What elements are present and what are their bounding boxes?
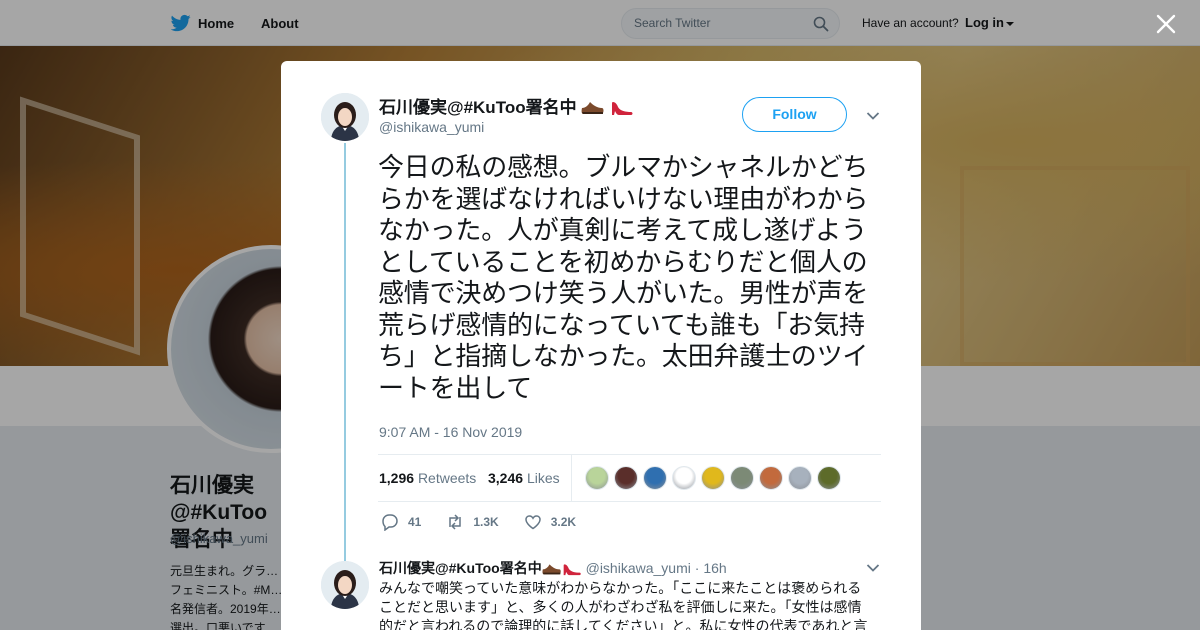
tweet-permalink-modal: 石川優実@#KuToo署名中 @ishikawa_yumi Follow 今日の… — [281, 61, 921, 630]
likes-count: 3,246 — [488, 470, 524, 486]
likes-label: Likes — [526, 470, 560, 486]
retweets-stat[interactable]: 1,296 Retweets — [379, 470, 476, 486]
liker-avatar[interactable] — [614, 466, 638, 490]
liker-avatar[interactable] — [788, 466, 812, 490]
liker-avatar[interactable] — [817, 466, 841, 490]
high-heel-emoji — [563, 564, 581, 576]
reply-time[interactable]: 16h — [703, 560, 726, 576]
reply-header: 石川優実@#KuToo署名中 @ishikawa_yumi · 16h — [379, 558, 727, 578]
tweet-stats: 1,296 Retweets 3,246 Likes — [378, 454, 881, 502]
liker-avatar[interactable] — [730, 466, 754, 490]
likes-stat[interactable]: 3,246 Likes — [488, 470, 560, 486]
shoe-emoji — [542, 564, 561, 575]
retweet-icon — [449, 514, 462, 530]
heart-icon — [524, 515, 541, 530]
stats-divider — [571, 455, 572, 501]
tweet-text: 今日の私の感想。ブルマかシャネルかどちらかを選ばなければいけない理由がわからなか… — [378, 153, 869, 404]
retweets-count: 1,296 — [379, 470, 415, 486]
tweet-author-name[interactable]: 石川優実@#KuToo署名中 — [379, 93, 634, 118]
chevron-down-icon[interactable] — [866, 111, 880, 121]
reply-author-name[interactable]: 石川優実@#KuToo署名中 — [379, 560, 582, 576]
retweet-action[interactable]: 1.3K — [446, 513, 499, 531]
tweet-timestamp[interactable]: 9:07 AM - 16 Nov 2019 — [379, 424, 522, 440]
author-name-text: 石川優実@#KuToo署名中 — [379, 98, 577, 117]
tweet-author-handle[interactable]: @ishikawa_yumi — [379, 119, 484, 135]
reply-author-name-text: 石川優実@#KuToo署名中 — [379, 560, 542, 576]
retweet-count: 1.3K — [473, 515, 499, 529]
follow-button[interactable]: Follow — [742, 97, 847, 132]
like-count: 3.2K — [550, 515, 577, 529]
reply-icon — [382, 514, 398, 531]
reply-action[interactable]: 41 — [381, 513, 421, 531]
author-avatar[interactable] — [321, 93, 369, 141]
chevron-down-icon[interactable] — [866, 563, 880, 573]
liker-avatar[interactable] — [759, 466, 783, 490]
shoe-emoji — [581, 102, 604, 114]
reply-count: 41 — [408, 515, 422, 529]
reply-separator: · — [694, 560, 700, 576]
liker-avatar[interactable] — [701, 466, 725, 490]
liker-avatars — [585, 466, 841, 490]
retweets-label: Retweets — [417, 470, 477, 486]
liker-avatar[interactable] — [643, 466, 667, 490]
like-action[interactable]: 3.2K — [524, 513, 576, 531]
avatar-portrait-icon — [321, 93, 369, 141]
avatar-portrait-icon — [321, 561, 369, 609]
thread-connector-line — [344, 143, 346, 561]
close-icon[interactable] — [1156, 14, 1176, 34]
reply-author-handle[interactable]: @ishikawa_yumi — [586, 560, 691, 576]
high-heel-emoji — [612, 102, 633, 115]
liker-avatar[interactable] — [672, 466, 696, 490]
reply-text: みんなで嘲笑っていた意味がわからなかった。「ここに来たことは褒められることだと思… — [379, 581, 868, 630]
reply-author-avatar[interactable] — [321, 561, 369, 609]
tweet-actions: 41 1.3K 3.2K — [381, 513, 601, 531]
liker-avatar[interactable] — [585, 466, 609, 490]
